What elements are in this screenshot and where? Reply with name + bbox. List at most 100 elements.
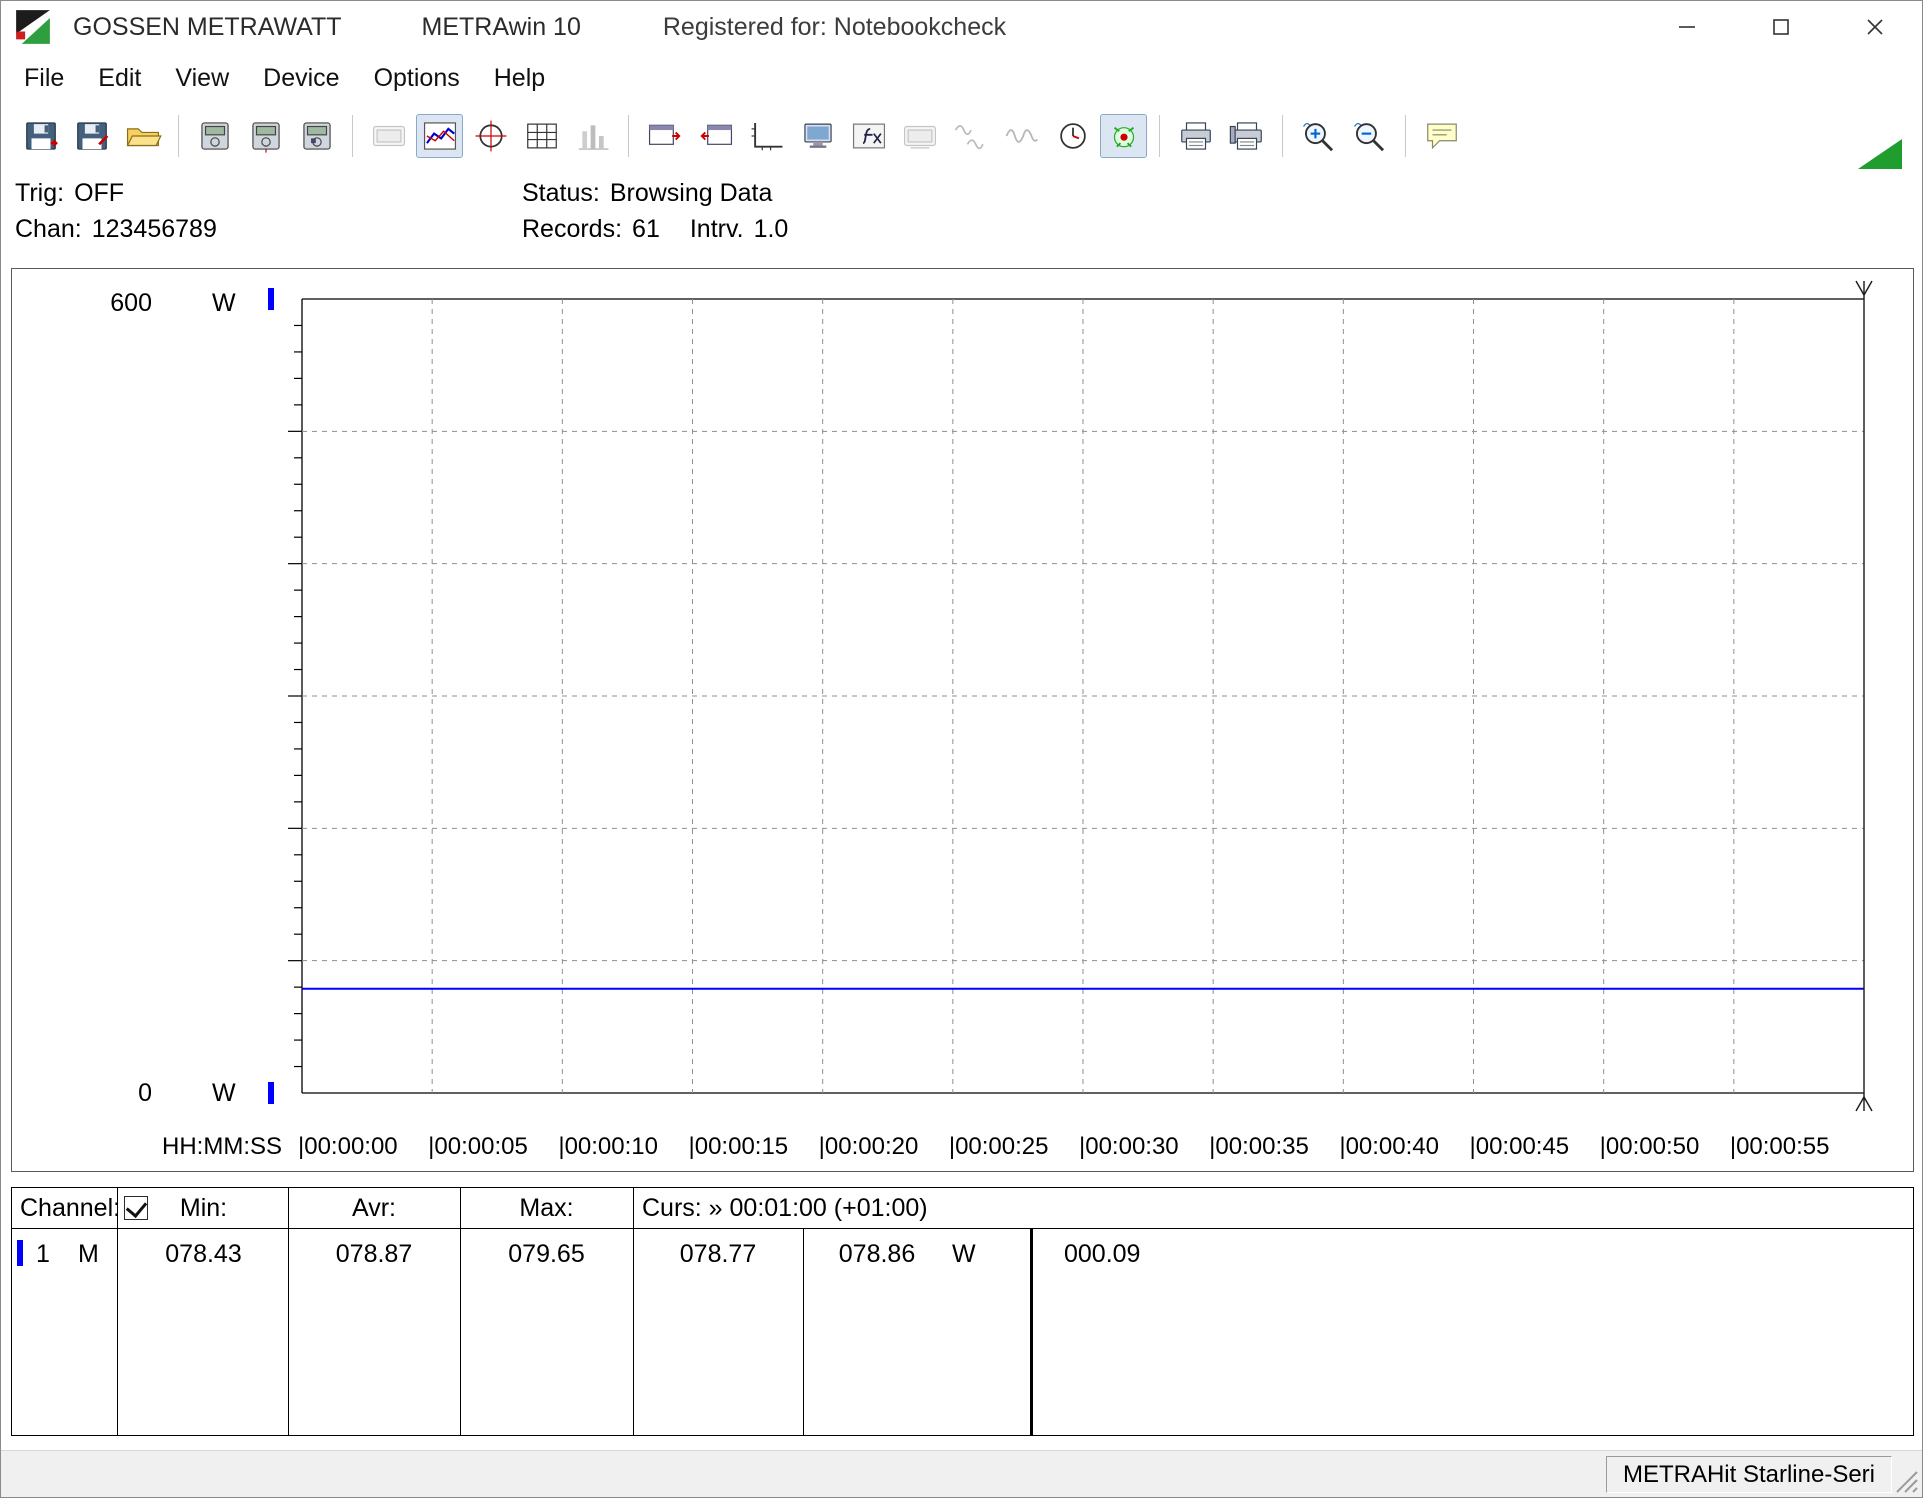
table-column-divider <box>803 1229 804 1435</box>
value-unit: W <box>952 1240 976 1269</box>
x-tick-label: |00:00:05 <box>428 1133 528 1161</box>
alarm-icon[interactable] <box>1100 114 1147 158</box>
toolbar <box>1 103 1922 169</box>
window-export-icon[interactable] <box>641 114 688 158</box>
waveform-icon <box>998 114 1045 158</box>
menu-item-options[interactable]: Options <box>357 58 477 99</box>
bar-graph-icon <box>569 114 616 158</box>
formula-icon[interactable] <box>845 114 892 158</box>
save-as-icon[interactable] <box>68 114 115 158</box>
split-curves-icon <box>947 114 994 158</box>
menu-item-edit[interactable]: Edit <box>81 58 158 99</box>
trigger-status: Trig: OFF <box>15 179 124 208</box>
table-column-divider <box>117 1188 118 1435</box>
title-app-name: METRAwin 10 <box>422 13 581 42</box>
x-tick-label: |00:00:20 <box>819 1133 919 1161</box>
scale-settings-icon[interactable] <box>743 114 790 158</box>
table-view-icon[interactable] <box>518 114 565 158</box>
x-tick-label: |00:00:40 <box>1339 1133 1439 1161</box>
channel-color-marker <box>17 1240 23 1266</box>
toolbar-separator <box>178 115 179 157</box>
maximize-button[interactable] <box>1734 1 1828 53</box>
table-column-divider <box>288 1188 289 1435</box>
trig-label: Trig: <box>15 179 64 207</box>
toolbar-separator <box>628 115 629 157</box>
value-cursor-b: 078.86 <box>812 1240 942 1269</box>
table-column-divider-thick <box>1030 1229 1033 1435</box>
status-value: Browsing Data <box>610 179 773 207</box>
chan-value: 123456789 <box>92 215 217 243</box>
device-name: METRAHit Starline-Seri <box>1623 1461 1875 1489</box>
x-axis-labels: HH:MM:SS |00:00:00|00:00:05|00:00:10|00:… <box>12 1133 1913 1167</box>
title-registered: Registered for: Notebookcheck <box>663 13 1006 42</box>
table-header-channel: Channel: <box>20 1194 120 1223</box>
x-tick-label: |00:00:30 <box>1079 1133 1179 1161</box>
records-value: 61 <box>632 215 660 243</box>
value-cursor-a: 078.77 <box>633 1240 803 1269</box>
table-column-divider <box>460 1188 461 1435</box>
y-axis-unit-bottom: W <box>212 1079 236 1108</box>
zoom-in-icon[interactable] <box>1295 114 1342 158</box>
table-header-avr: Avr: <box>288 1194 460 1223</box>
value-delta: 000.09 <box>1064 1240 1140 1269</box>
records-label: Records: <box>522 215 622 243</box>
chart-region[interactable]: 600 W 0 W HH:MM:SS |00:00:00|00:00:05|00… <box>11 268 1914 1172</box>
x-tick-label: |00:00:55 <box>1730 1133 1830 1161</box>
cursor-crosshair-icon[interactable] <box>467 114 514 158</box>
device-store-icon[interactable] <box>191 114 238 158</box>
app-logo-icon <box>15 9 51 45</box>
statistics-table: Channel: Min: Avr: Max: Curs: » 00:01:00… <box>11 1187 1914 1436</box>
chart-plot[interactable] <box>12 269 1913 1171</box>
x-tick-label: |00:00:50 <box>1600 1133 1700 1161</box>
y-axis-unit-top: W <box>212 289 236 318</box>
status-bar: METRAHit Starline-Seri <box>1 1450 1922 1497</box>
x-tick-label: |00:00:15 <box>689 1133 789 1161</box>
x-tick-label: |00:00:25 <box>949 1133 1049 1161</box>
info-panel: Trig:OFF Chan:123456789 Status:Browsing … <box>15 179 1908 263</box>
window-device-icon[interactable] <box>692 114 739 158</box>
x-axis-unit-label: HH:MM:SS <box>162 1133 282 1161</box>
y-axis-max-label: 600 <box>92 289 152 318</box>
panel-meter-icon <box>896 114 943 158</box>
app-window: GOSSEN METRAWATT METRAwin 10 Registered … <box>0 0 1923 1498</box>
table-header-divider <box>12 1228 1913 1229</box>
green-triangle-indicator <box>1858 139 1902 169</box>
print-copy-icon[interactable] <box>1223 114 1270 158</box>
menu-item-view[interactable]: View <box>158 58 246 99</box>
maximize-icon <box>1770 16 1792 38</box>
interval-label: Intrv. <box>690 215 744 243</box>
display-values-icon <box>365 114 412 158</box>
interval-value: 1.0 <box>754 215 789 243</box>
clock-icon[interactable] <box>1049 114 1096 158</box>
menu-item-file[interactable]: File <box>7 58 81 99</box>
toolbar-separator <box>1159 115 1160 157</box>
device-read-icon[interactable] <box>242 114 289 158</box>
comment-icon[interactable] <box>1418 114 1465 158</box>
minimize-button[interactable] <box>1640 1 1734 53</box>
save-icon[interactable] <box>17 114 64 158</box>
value-max: 079.65 <box>460 1240 633 1269</box>
table-header-max: Max: <box>460 1194 633 1223</box>
toolbar-separator <box>1282 115 1283 157</box>
device-memory-icon[interactable] <box>293 114 340 158</box>
title-bar: GOSSEN METRAWATT METRAwin 10 Registered … <box>1 1 1922 53</box>
chart-view-icon[interactable] <box>416 114 463 158</box>
table-header-min: Min: <box>119 1194 288 1223</box>
open-file-icon[interactable] <box>119 114 166 158</box>
toolbar-separator <box>352 115 353 157</box>
menu-item-help[interactable]: Help <box>477 58 562 99</box>
menu-item-device[interactable]: Device <box>246 58 356 99</box>
print-icon[interactable] <box>1172 114 1219 158</box>
x-tick-label: |00:00:45 <box>1470 1133 1570 1161</box>
zoom-out-icon[interactable] <box>1346 114 1393 158</box>
channel-status: Chan:123456789 <box>15 215 217 244</box>
x-tick-label: |00:00:35 <box>1209 1133 1309 1161</box>
resize-grip-icon[interactable] <box>1893 1468 1919 1494</box>
close-button[interactable] <box>1828 1 1922 53</box>
x-tick-label: |00:00:10 <box>558 1133 658 1161</box>
y-axis-min-label: 0 <box>92 1079 152 1108</box>
trig-value: OFF <box>74 179 124 207</box>
table-column-divider <box>633 1188 634 1435</box>
table-header-cursor: Curs: » 00:01:00 (+01:00) <box>642 1194 928 1223</box>
monitor-view-icon[interactable] <box>794 114 841 158</box>
